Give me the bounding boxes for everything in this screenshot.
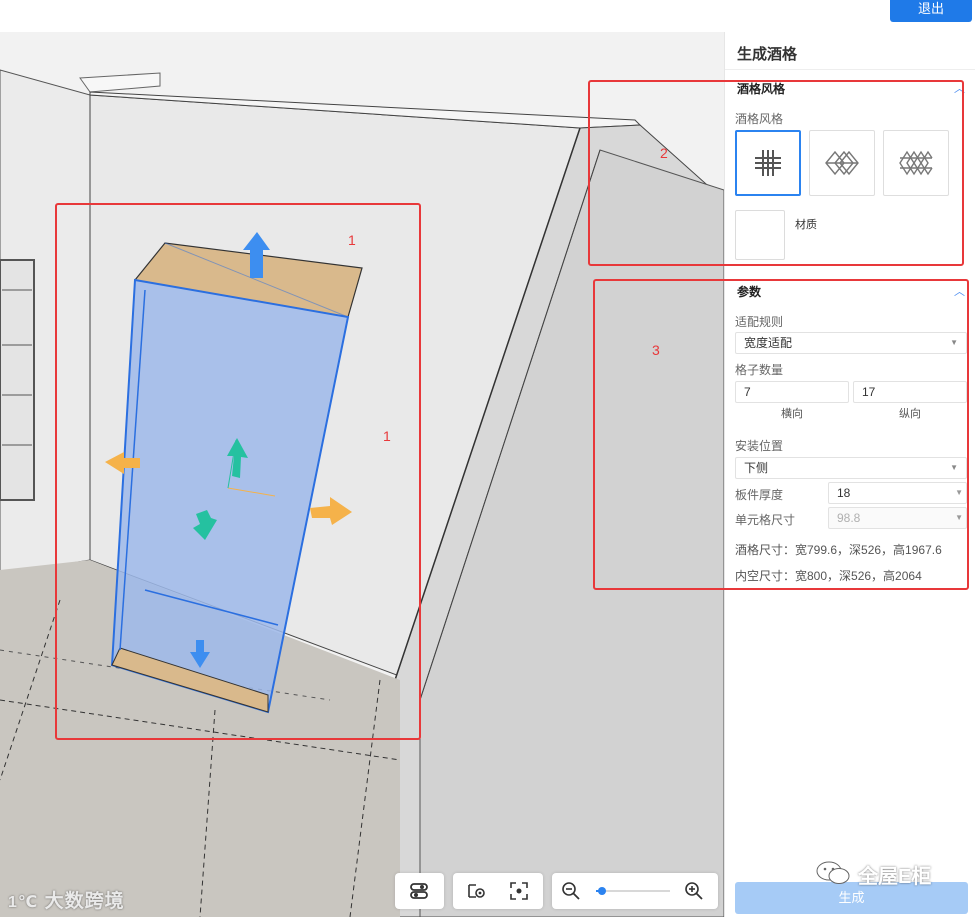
annotation-label-1b: 1 <box>383 428 391 444</box>
layer-toggle-icon[interactable] <box>409 881 429 901</box>
top-bar: 退出 <box>0 0 975 32</box>
focus-icon[interactable] <box>509 881 529 901</box>
toolbar-group-zoom <box>552 873 718 909</box>
zoom-in-icon[interactable] <box>684 881 704 901</box>
watermark-left-text: 大数跨境 <box>44 891 125 912</box>
annotation-box-2 <box>588 80 964 266</box>
watermark-left-logo-icon: 1℃ <box>8 894 39 911</box>
annotation-box-3 <box>593 279 969 590</box>
annotation-label-2: 2 <box>660 145 668 161</box>
zoom-slider-thumb[interactable] <box>597 887 606 895</box>
wechat-icon <box>816 861 850 884</box>
view-settings-icon[interactable] <box>467 881 487 901</box>
panel-title: 生成酒格 <box>737 46 798 63</box>
panel-divider <box>725 69 975 70</box>
annotation-label-1a: 1 <box>348 232 356 248</box>
app-root: 1 1 1℃ 大数跨境 退出 生成酒格 酒格风格 ︿ 酒格风格 材质 参数 ︿ … <box>0 0 975 917</box>
annotation-box-1 <box>55 203 421 740</box>
toolbar-group-view <box>453 873 543 909</box>
generate-button[interactable]: 生成 <box>735 882 968 914</box>
zoom-slider[interactable] <box>596 887 670 895</box>
exit-button[interactable]: 退出 <box>890 0 972 22</box>
watermark-left: 1℃ 大数跨境 <box>8 886 125 913</box>
watermark-right: 全屋E柜 <box>858 866 932 888</box>
annotation-label-3: 3 <box>652 342 660 358</box>
zoom-out-icon[interactable] <box>561 881 581 901</box>
toolbar-group-layers <box>395 873 444 909</box>
